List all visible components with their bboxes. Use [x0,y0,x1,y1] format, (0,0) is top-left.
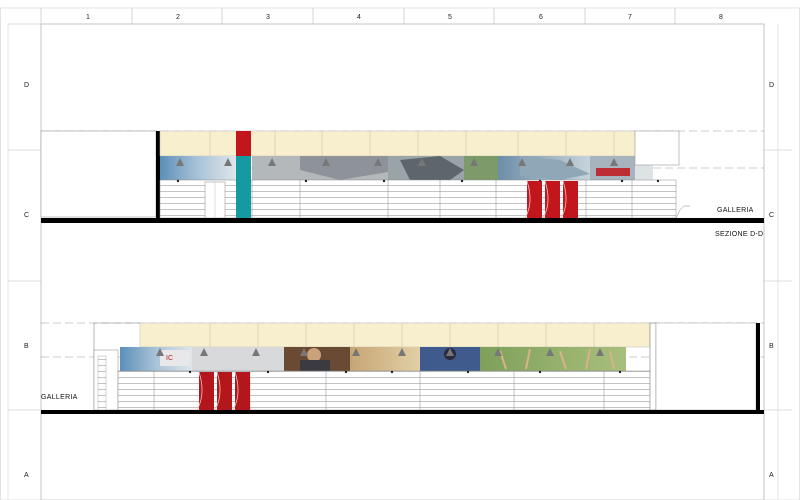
upper-red-curtains [524,180,578,219]
section-title: SEZIONE D-D [715,231,764,238]
upper-galleria-label: GALLERIA [717,207,754,214]
lower-right-wall [756,323,760,410]
upper-floor-slab [41,218,764,223]
lower-floor-slab [41,410,764,414]
lower-elevation: IC [41,322,764,414]
svg-text:IC: IC [166,355,173,362]
upper-elevation [40,130,764,223]
upper-frieze-sky [160,156,236,180]
lower-frieze-tan [350,347,420,371]
upper-frieze-green [464,156,498,180]
upper-red-column [236,131,251,156]
upper-teal-column [236,156,251,218]
lower-frieze-gray [192,347,284,371]
drawing-canvas: IC [0,7,800,500]
lower-red-curtains [196,371,250,411]
lower-galleria-label: GALLERIA [41,394,78,401]
sheet-frame [0,7,800,500]
